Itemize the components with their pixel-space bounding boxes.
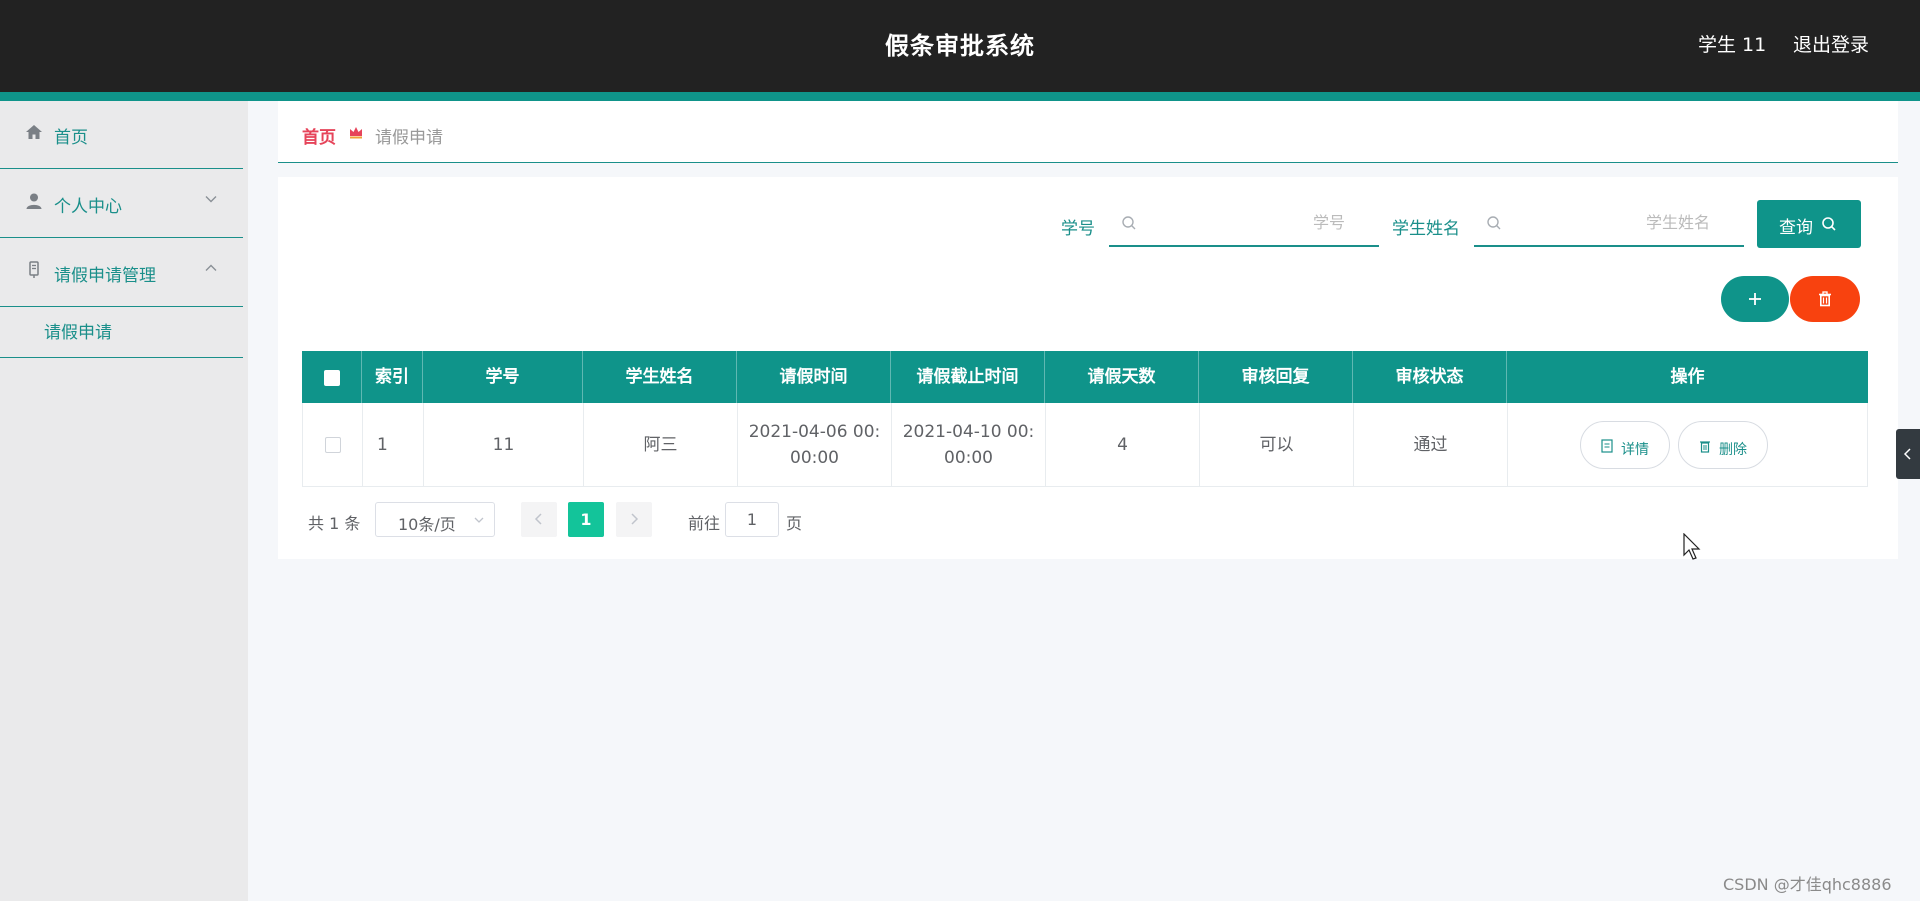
- search-icon: [1822, 217, 1836, 231]
- chevron-left-icon: [1903, 448, 1911, 460]
- sidebar-item-profile[interactable]: 个人中心: [0, 170, 243, 238]
- chevron-right-icon: [631, 513, 639, 525]
- header-select-all-cell: [302, 351, 362, 403]
- chevron-up-icon: [205, 264, 217, 271]
- cell-student-no: 11: [424, 403, 584, 487]
- student-name-label: 学生姓名: [1392, 219, 1460, 239]
- column-header: 操作: [1670, 367, 1705, 387]
- column-header[interactable]: 请假时间: [737, 351, 891, 403]
- batch-delete-button[interactable]: [1790, 276, 1860, 322]
- crown-separator-icon: [350, 127, 362, 139]
- select-all-checkbox[interactable]: [324, 370, 340, 386]
- sidebar-item-label: 请假申请管理: [54, 266, 156, 286]
- cell-review-reply: 可以: [1200, 403, 1354, 487]
- cell-leave-start-time: 00:00: [790, 448, 839, 468]
- header-accent-stripe: [0, 92, 1920, 101]
- student-no-input[interactable]: [1145, 207, 1345, 237]
- student-name-search: [1474, 199, 1744, 247]
- query-button-label: 查询: [1779, 218, 1813, 238]
- row-checkbox[interactable]: [324, 437, 341, 453]
- goto-page-input[interactable]: [725, 502, 779, 537]
- column-header[interactable]: 请假截止时间: [891, 351, 1045, 403]
- sidebar-item-leave-management[interactable]: 请假申请管理: [0, 239, 243, 307]
- column-header[interactable]: 学号: [423, 351, 583, 403]
- cell-student-name: 阿三: [584, 403, 738, 487]
- logout-link[interactable]: 退出登录: [1793, 30, 1869, 57]
- page-number-current[interactable]: 1: [568, 502, 604, 537]
- page-size-select[interactable]: 10条/页: [375, 502, 495, 537]
- column-header[interactable]: 请假天数: [1045, 351, 1199, 403]
- search-icon: [1487, 216, 1501, 230]
- trash-icon: [1700, 441, 1710, 453]
- student-no-label: 学号: [1061, 219, 1095, 239]
- goto-unit-label: 页: [786, 514, 803, 533]
- chevron-down-icon: [205, 196, 217, 203]
- detail-button-label: 详情: [1621, 442, 1649, 458]
- cell-review-status: 通过: [1354, 403, 1508, 487]
- pagination-total: 共 1 条: [308, 514, 361, 533]
- prev-page-button[interactable]: [521, 502, 557, 537]
- mouse-cursor-icon: [1683, 533, 1701, 560]
- pagination: 共 1 条 10条/页 1 前往 页: [278, 502, 1278, 538]
- top-bar: 假条审批系统 学生 11 退出登录: [0, 0, 1920, 92]
- home-icon: [26, 125, 42, 139]
- watermark-text: CSDN @才佳qhc8886: [1723, 875, 1892, 894]
- student-name-input[interactable]: [1510, 207, 1710, 237]
- plus-icon: [1749, 293, 1761, 305]
- document-icon: [1601, 439, 1613, 453]
- next-page-button[interactable]: [616, 502, 652, 537]
- column-header[interactable]: 审核状态: [1353, 351, 1507, 403]
- cell-leave-start-date: 2021-04-06 00:: [748, 422, 881, 442]
- cell-leave-end: 2021-04-10 00: 00:00: [892, 403, 1046, 487]
- cell-actions: 详情 删除: [1508, 403, 1867, 487]
- cell-index: 1: [363, 403, 424, 487]
- goto-label: 前往: [688, 514, 721, 533]
- column-header[interactable]: 学生姓名: [583, 351, 737, 403]
- add-button[interactable]: [1721, 276, 1789, 322]
- sidebar-subitem-leave-application[interactable]: 请假申请: [0, 308, 243, 358]
- table-header: 索引 学号 学生姓名 请假时间 请假截止时间 请假天数 审核回复 审核状态 操作: [302, 351, 1868, 403]
- sidebar-subitem-label: 请假申请: [44, 323, 112, 343]
- page-size-value: 10条/页: [398, 515, 456, 534]
- app-title: 假条审批系统: [885, 32, 1035, 60]
- chevron-left-icon: [534, 513, 542, 525]
- student-no-search: [1109, 199, 1379, 247]
- sidebar: 首页 个人中心 请假申请管理 请假申请: [0, 101, 248, 901]
- trash-icon: [1819, 291, 1831, 307]
- row-delete-button[interactable]: 删除: [1678, 421, 1768, 469]
- current-user-name: 学生 11: [1698, 34, 1767, 56]
- main-panel: 学号 学生姓名 查询: [278, 177, 1898, 559]
- user-icon: [26, 193, 42, 209]
- table-row: 1 11 阿三 2021-04-06 00: 00:00 2021-04-10 …: [302, 403, 1868, 487]
- sidebar-item-home[interactable]: 首页: [0, 101, 243, 169]
- breadcrumb: 首页 请假申请: [278, 101, 1898, 163]
- cell-leave-start: 2021-04-06 00: 00:00: [738, 403, 892, 487]
- breadcrumb-current: 请假申请: [375, 128, 443, 148]
- breadcrumb-home[interactable]: 首页: [302, 123, 336, 148]
- sidebar-item-label: 首页: [54, 128, 88, 148]
- sidebar-item-label: 个人中心: [54, 197, 122, 217]
- chevron-down-icon: [474, 517, 484, 523]
- detail-button[interactable]: 详情: [1580, 421, 1670, 469]
- cell-leave-end-date: 2021-04-10 00:: [902, 422, 1035, 442]
- search-icon: [1122, 216, 1136, 230]
- doc-icon: [29, 261, 39, 278]
- row-select-cell: [303, 403, 363, 487]
- query-button[interactable]: 查询: [1757, 200, 1861, 248]
- cell-leave-end-time: 00:00: [944, 448, 993, 468]
- row-delete-button-label: 删除: [1719, 442, 1747, 458]
- column-header[interactable]: 索引: [362, 351, 423, 403]
- cell-leave-days: 4: [1046, 403, 1200, 487]
- column-header[interactable]: 审核回复: [1199, 351, 1353, 403]
- side-panel-toggle[interactable]: [1896, 429, 1920, 479]
